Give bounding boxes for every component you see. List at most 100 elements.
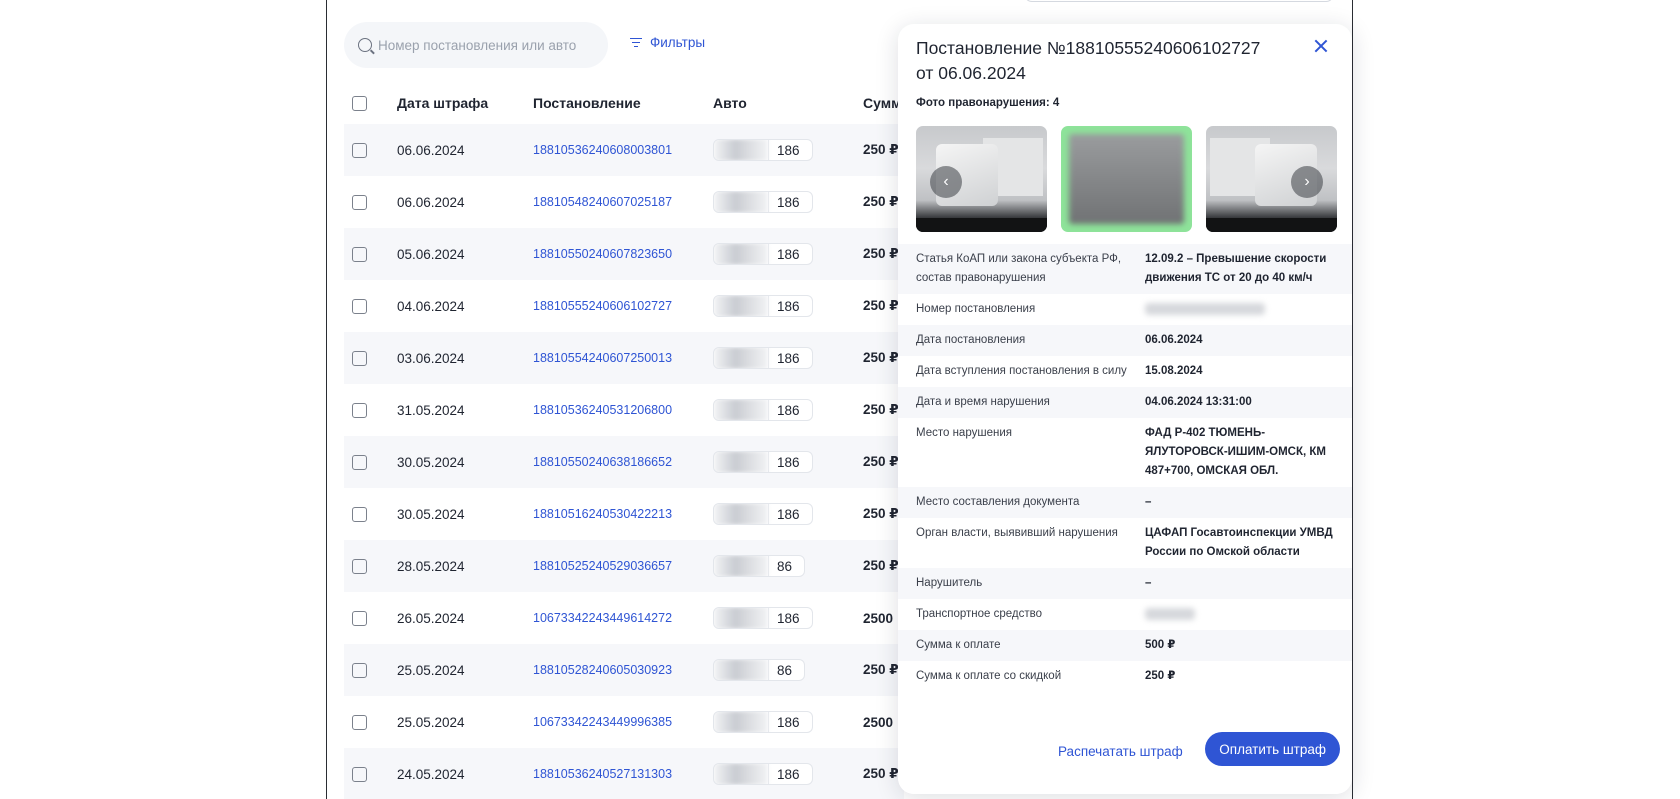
redacted-value	[1145, 302, 1265, 315]
row-checkbox[interactable]	[352, 350, 367, 366]
fine-sum: 250 ₽	[863, 506, 899, 521]
table-row[interactable]: 25.05.2024 10673342243449996385 186 2500	[344, 696, 904, 748]
plate-region: 186	[768, 504, 812, 524]
vehicle-plate: 186	[713, 139, 813, 161]
resolution-link[interactable]: 18810528240605030923	[533, 663, 672, 677]
resolution-link[interactable]: 10673342243449614272	[533, 611, 672, 625]
pay-fine-button[interactable]: Оплатить штраф	[1205, 732, 1340, 766]
vehicle-plate: 186	[713, 243, 813, 265]
fine-date: 04.06.2024	[397, 298, 465, 314]
fine-date: 25.05.2024	[397, 714, 465, 730]
resolution-link[interactable]: 18810550240607823650	[533, 247, 672, 261]
table-header: Дата штрафа Постановление Авто Сумм	[344, 82, 904, 124]
table-row[interactable]: 03.06.2024 18810554240607250013 186 250 ₽	[344, 332, 904, 384]
table-row[interactable]: 25.05.2024 18810528240605030923 86 250 ₽	[344, 644, 904, 696]
plate-region: 186	[768, 764, 812, 784]
row-checkbox[interactable]	[352, 194, 367, 210]
detail-value: 250 ₽	[1145, 670, 1176, 682]
chevron-left-icon[interactable]: ‹	[930, 166, 962, 198]
fine-date: 31.05.2024	[397, 402, 465, 418]
row-checkbox[interactable]	[352, 714, 367, 730]
print-fine-button[interactable]: Распечатать штраф	[1058, 744, 1183, 759]
search-input[interactable]	[378, 37, 578, 53]
table-body: 06.06.2024 18810536240608003801 186 250 ₽06…	[344, 124, 904, 799]
table-row[interactable]: 04.06.2024 18810555240606102727 186 250 ₽	[344, 280, 904, 332]
resolution-link[interactable]: 18810536240608003801	[533, 143, 672, 157]
select-all-checkbox[interactable]	[352, 95, 367, 111]
vehicle-plate: 186	[713, 347, 813, 369]
table-row[interactable]: 05.06.2024 18810550240607823650 186 250 ₽	[344, 228, 904, 280]
violation-photo[interactable]	[1061, 126, 1192, 232]
fine-sum: 250 ₽	[863, 454, 899, 469]
resolution-link[interactable]: 18810525240529036657	[533, 559, 672, 573]
row-checkbox[interactable]	[352, 246, 367, 262]
row-checkbox[interactable]	[352, 402, 367, 418]
top-control	[1024, 0, 1334, 2]
resolution-link[interactable]: 18810554240607250013	[533, 351, 672, 365]
row-checkbox[interactable]	[352, 610, 367, 626]
detail-row: Место нарушения ФАД Р-402 ТЮМЕНЬ-ЯЛУТОРОВ…	[898, 418, 1352, 487]
row-checkbox[interactable]	[352, 454, 367, 470]
panel-title: Постановление №18810555240606102727 от 0…	[916, 38, 1261, 83]
row-checkbox[interactable]	[352, 558, 367, 574]
resolution-link[interactable]: 18810536240527131303	[533, 767, 672, 781]
panel-actions: Распечатать штраф Оплатить штраф	[898, 724, 1352, 794]
detail-value: 04.06.2024 13:31:00	[1145, 396, 1252, 408]
table-row[interactable]: 28.05.2024 18810525240529036657 86 250 ₽	[344, 540, 904, 592]
resolution-link[interactable]: 18810516240530422213	[533, 507, 672, 521]
detail-row: Сумма к оплате со скидкой 250 ₽	[898, 661, 1352, 692]
resolution-link[interactable]: 18810550240638186652	[533, 455, 672, 469]
header-date: Дата штрафа	[397, 95, 489, 111]
detail-row: Дата и время нарушения 04.06.2024 13:31:0…	[898, 387, 1352, 418]
detail-row: Сумма к оплате 500 ₽	[898, 630, 1352, 661]
table-row[interactable]: 26.05.2024 10673342243449614272 186 2500	[344, 592, 904, 644]
detail-key: Нарушитель	[916, 577, 983, 589]
filters-button[interactable]: Фильтры	[630, 35, 705, 50]
vehicle-plate: 186	[713, 763, 813, 785]
chevron-right-icon[interactable]: ›	[1291, 166, 1323, 198]
search-icon	[358, 38, 372, 52]
table-row[interactable]: 06.06.2024 18810536240608003801 186 250 ₽	[344, 124, 904, 176]
row-checkbox[interactable]	[352, 142, 367, 158]
frame-right-border	[1352, 0, 1353, 799]
plate-region: 186	[768, 400, 812, 420]
row-checkbox[interactable]	[352, 662, 367, 678]
resolution-link[interactable]: 18810555240606102727	[533, 299, 672, 313]
plate-region: 186	[768, 452, 812, 472]
detail-key: Номер постановления	[916, 303, 1036, 315]
fine-sum: 2500	[863, 610, 894, 626]
table-row[interactable]: 31.05.2024 18810536240531206800 186 250 ₽	[344, 384, 904, 436]
fine-details-panel: Постановление №18810555240606102727 от 0…	[898, 24, 1352, 794]
table-row[interactable]: 30.05.2024 18810550240638186652 186 250 ₽	[344, 436, 904, 488]
resolution-link[interactable]: 10673342243449996385	[533, 715, 672, 729]
fine-sum: 250 ₽	[863, 558, 899, 573]
redacted-value	[1145, 607, 1195, 620]
violation-photo[interactable]: ›	[1206, 126, 1337, 232]
fine-date: 30.05.2024	[397, 506, 465, 522]
plate-region: 186	[768, 712, 812, 732]
fine-sum: 250 ₽	[863, 246, 899, 261]
detail-value: 500 ₽	[1145, 639, 1176, 651]
table-row[interactable]: 30.05.2024 18810516240530422213 186 250 ₽	[344, 488, 904, 540]
plate-region: 186	[768, 348, 812, 368]
resolution-link[interactable]: 18810548240607025187	[533, 195, 672, 209]
row-checkbox[interactable]	[352, 506, 367, 522]
table-row[interactable]: 24.05.2024 18810536240527131303 186 250 ₽	[344, 748, 904, 799]
photo-gallery: ‹ ›	[916, 126, 1337, 232]
violation-photo[interactable]: ‹	[916, 126, 1047, 232]
plate-region: 186	[768, 608, 812, 628]
vehicle-plate: 186	[713, 607, 813, 629]
detail-key: Сумма к оплате со скидкой	[916, 670, 1062, 682]
fine-sum: 250 ₽	[863, 194, 899, 209]
header-sum: Сумм	[863, 95, 902, 111]
resolution-link[interactable]: 18810536240531206800	[533, 403, 672, 417]
search-box[interactable]	[344, 22, 608, 68]
detail-row: Дата постановления 06.06.2024	[898, 325, 1352, 356]
detail-key: Орган власти, выявивший нарушения	[916, 527, 1118, 539]
close-icon[interactable]	[1310, 36, 1332, 58]
row-checkbox[interactable]	[352, 298, 367, 314]
vehicle-plate: 86	[713, 555, 806, 577]
table-row[interactable]: 06.06.2024 18810548240607025187 186 250 ₽	[344, 176, 904, 228]
detail-key: Дата вступления постановления в силу	[916, 365, 1127, 377]
row-checkbox[interactable]	[352, 766, 367, 782]
